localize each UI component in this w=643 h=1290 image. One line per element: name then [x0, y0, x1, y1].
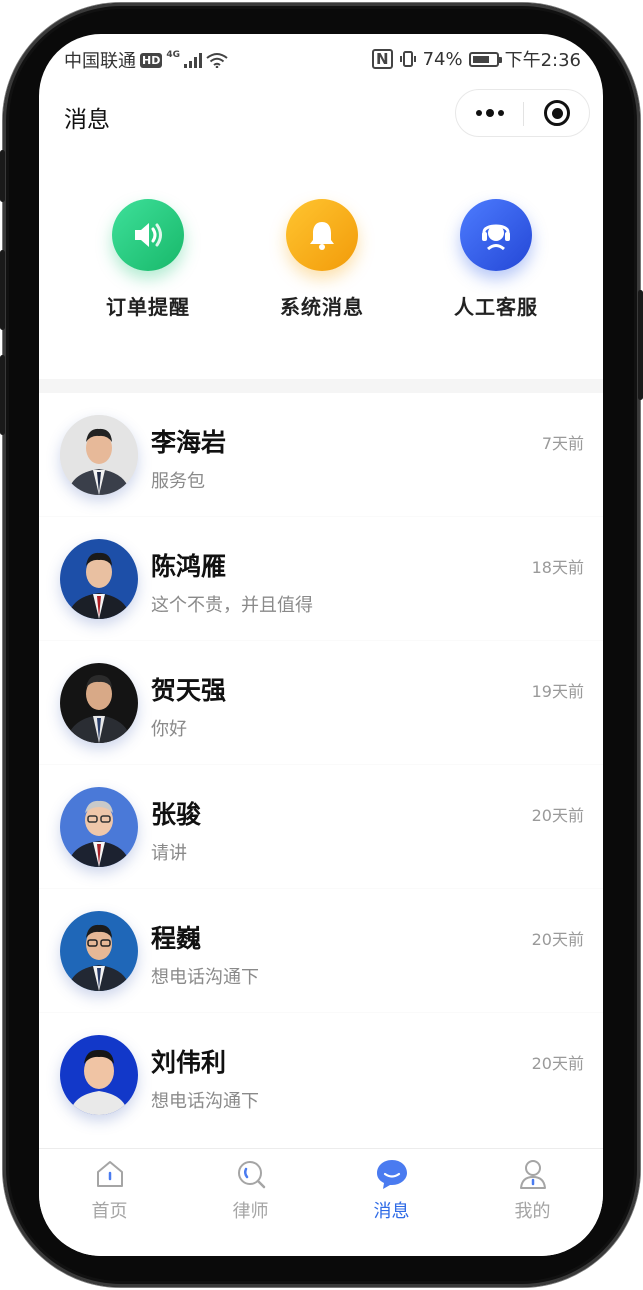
phone-mockup: 中国联通 HD 4G N 74% 下午2:36 消息 订单提醒 系统消息 人工客…	[0, 0, 643, 1290]
tab-home[interactable]: 首页	[39, 1157, 180, 1223]
tab-home-label: 首页	[91, 1201, 128, 1222]
message-preview: 服务包	[151, 471, 205, 492]
contact-name: 李海岩	[151, 428, 227, 457]
tab-messages[interactable]: 消息	[321, 1157, 462, 1223]
avatar	[60, 911, 138, 991]
target-icon	[544, 100, 570, 126]
signal-icon	[184, 52, 202, 68]
message-time: 20天前	[531, 806, 584, 825]
message-time: 7天前	[541, 434, 584, 453]
more-button[interactable]	[456, 90, 523, 136]
contact-name: 刘伟利	[151, 1048, 227, 1077]
system-message-label: 系统消息	[280, 295, 364, 319]
conversation-row[interactable]: 程巍 想电话沟通下 20天前	[39, 889, 603, 1013]
message-preview: 想电话沟通下	[151, 967, 259, 988]
volume-button	[0, 355, 5, 435]
tab-profile[interactable]: 我的	[462, 1157, 603, 1223]
more-icon-dot	[485, 109, 494, 117]
more-icon-dot	[497, 110, 504, 116]
avatar	[60, 787, 138, 867]
contact-name: 贺天强	[151, 676, 227, 705]
message-time: 18天前	[531, 558, 584, 577]
app-screen: 中国联通 HD 4G N 74% 下午2:36 消息 订单提醒 系统消息 人工客…	[39, 34, 603, 1256]
conversation-row[interactable]: 张骏 请讲 20天前	[39, 765, 603, 889]
close-miniprogram-button[interactable]	[524, 90, 590, 136]
profile-icon	[516, 1157, 550, 1191]
conversation-row[interactable]: 陈鸿雁 这个不贵，并且值得 18天前	[39, 517, 603, 641]
message-time: 20天前	[531, 930, 584, 949]
order-reminder-label: 订单提醒	[106, 295, 190, 319]
status-bar: 中国联通 HD 4G N 74% 下午2:36	[39, 34, 603, 80]
order-reminder-button[interactable]: 订单提醒	[78, 199, 218, 320]
tab-messages-label: 消息	[373, 1201, 410, 1222]
conversation-row[interactable]: 刘伟利 想电话沟通下 20天前	[39, 1013, 603, 1137]
contact-name: 陈鸿雁	[151, 552, 227, 581]
customer-service-button[interactable]: 人工客服	[426, 199, 566, 320]
section-divider	[39, 379, 603, 393]
vibrate-icon	[399, 51, 416, 67]
conversation-row[interactable]: 贺天强 你好 19天前	[39, 641, 603, 765]
message-time: 20天前	[531, 1054, 584, 1073]
page-title: 消息	[64, 107, 110, 133]
battery-percent: 74%	[422, 48, 463, 70]
customer-service-label: 人工客服	[454, 295, 538, 319]
more-icon	[475, 110, 482, 116]
network-type: 4G	[166, 50, 180, 60]
search-icon	[234, 1157, 268, 1191]
message-time: 19天前	[531, 682, 584, 701]
clock: 下午2:36	[504, 50, 581, 71]
chat-icon	[375, 1157, 409, 1191]
home-icon	[93, 1157, 127, 1191]
wifi-icon	[206, 53, 228, 68]
power-button	[638, 290, 643, 400]
volume-button	[0, 250, 5, 330]
message-preview: 你好	[151, 719, 187, 740]
headset-icon	[460, 199, 532, 271]
avatar	[60, 539, 138, 619]
volume-button	[0, 150, 5, 202]
quick-actions: 订单提醒 系统消息 人工客服	[39, 199, 603, 329]
message-preview: 这个不贵，并且值得	[151, 595, 313, 616]
tab-profile-label: 我的	[514, 1201, 551, 1222]
speaker-icon	[112, 199, 184, 271]
tab-lawyer[interactable]: 律师	[180, 1157, 321, 1223]
conversation-row[interactable]: 李海岩 服务包 7天前	[39, 393, 603, 517]
contact-name: 程巍	[151, 924, 202, 953]
avatar	[60, 1035, 138, 1115]
avatar	[60, 415, 138, 495]
avatar	[60, 663, 138, 743]
nfc-icon: N	[372, 49, 393, 69]
hd-icon: HD	[140, 52, 163, 68]
battery-icon	[468, 51, 502, 67]
bell-icon	[286, 199, 358, 271]
message-preview: 想电话沟通下	[151, 1091, 259, 1112]
system-message-button[interactable]: 系统消息	[252, 199, 392, 320]
bottom-tab-bar: 首页 律师 消息 我的	[39, 1148, 603, 1256]
message-preview: 请讲	[151, 843, 187, 864]
miniprogram-capsule	[455, 89, 590, 137]
contact-name: 张骏	[151, 800, 202, 829]
carrier-label: 中国联通	[64, 51, 136, 72]
tab-lawyer-label: 律师	[232, 1201, 269, 1222]
